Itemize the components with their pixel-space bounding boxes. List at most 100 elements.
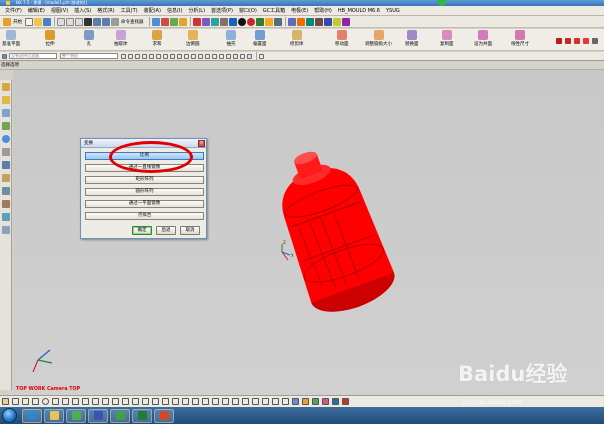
taskbar-font-button[interactable] [88, 408, 108, 423]
constraint-navigator-icon[interactable] [2, 96, 10, 104]
copy-face-button[interactable]: 复制面 [440, 30, 454, 50]
menu-ysug[interactable]: YSUG [383, 6, 403, 16]
layer-settings-icon[interactable] [247, 53, 252, 59]
spline-icon[interactable] [92, 398, 99, 405]
shell-button[interactable]: 抽壳 [226, 30, 236, 50]
arc-icon[interactable] [52, 398, 59, 405]
rectangle-icon[interactable] [574, 38, 580, 44]
hide-icon[interactable] [305, 17, 314, 26]
body-select-icon[interactable] [156, 53, 161, 59]
scale-icon[interactable] [242, 398, 249, 405]
snap-center-icon[interactable] [198, 53, 203, 59]
replace-face-button[interactable]: 替换面 [405, 30, 419, 50]
menu-icon[interactable] [2, 53, 7, 59]
save-icon[interactable] [43, 17, 51, 26]
datum-point-icon[interactable] [322, 398, 329, 405]
menu-window[interactable]: 窗口(O) [236, 6, 260, 16]
reuse-library-icon[interactable] [2, 122, 10, 130]
extend-curve-icon[interactable] [152, 398, 159, 405]
extrude-button[interactable]: 拉伸 [45, 30, 55, 50]
bridge-curve-icon[interactable] [132, 398, 139, 405]
datum-plane-button[interactable]: 基准平面 [2, 30, 20, 50]
arc-icon[interactable] [565, 38, 571, 44]
start-orb[interactable] [2, 408, 17, 423]
wcs-icon[interactable] [255, 17, 264, 26]
curve-length-icon[interactable] [262, 398, 269, 405]
taskbar-ppt-button[interactable] [154, 408, 174, 423]
snap-point-icon[interactable] [178, 17, 187, 26]
color-icon[interactable] [341, 17, 350, 26]
assembly-navigator-icon[interactable] [2, 83, 10, 91]
datum-csys-icon[interactable] [302, 398, 309, 405]
wcs-orient-icon[interactable] [292, 398, 299, 405]
start-button-label[interactable]: 开始 [13, 19, 22, 25]
menu-assembly[interactable]: 装配(A) [141, 6, 164, 16]
plane-icon[interactable] [332, 398, 339, 405]
line-icon[interactable] [556, 38, 562, 44]
polygon-icon[interactable] [583, 38, 589, 44]
layer-icon[interactable] [169, 17, 178, 26]
component-select-icon[interactable] [163, 53, 168, 59]
roles-icon[interactable] [2, 200, 10, 208]
analysis-icon[interactable] [287, 17, 296, 26]
circle-icon[interactable] [42, 398, 49, 405]
view-orient-icon[interactable] [273, 17, 282, 26]
taskbar-screenshot-button[interactable] [66, 408, 86, 423]
snap-quadrant-icon[interactable] [205, 53, 210, 59]
snap-arc-icon[interactable] [240, 53, 245, 59]
repeat-icon[interactable] [111, 17, 119, 26]
history-icon[interactable] [2, 148, 10, 156]
delete-icon[interactable] [84, 17, 92, 26]
selection-scope-dropdown[interactable]: 整个装配 [60, 53, 118, 59]
measure-icon[interactable] [160, 17, 169, 26]
make-coplanar-button[interactable]: 设为共面 [474, 30, 492, 50]
taskbar-explorer-button[interactable] [44, 408, 64, 423]
offset-curve-icon[interactable] [102, 398, 109, 405]
rectangle-icon[interactable] [62, 398, 69, 405]
menu-help[interactable]: 帮助(H) [311, 6, 335, 16]
shaded-icon[interactable] [246, 17, 255, 26]
cancel-button[interactable]: 取消 [180, 226, 200, 235]
point-fit-button[interactable]: 点拟合 [85, 212, 204, 220]
system-materials-icon[interactable] [2, 161, 10, 169]
line-icon[interactable] [32, 398, 39, 405]
menu-view[interactable]: 视图(V) [48, 6, 71, 16]
divide-icon[interactable] [252, 398, 259, 405]
linear-dimension-button[interactable]: 线性尺寸 [511, 30, 529, 50]
text-icon[interactable] [182, 398, 189, 405]
join-curve-icon[interactable] [162, 398, 169, 405]
hole-button[interactable]: 孔 [84, 30, 94, 50]
section-curve-icon[interactable] [272, 398, 279, 405]
new-file-icon[interactable] [25, 17, 33, 26]
paste-icon[interactable] [75, 17, 83, 26]
undo-icon[interactable] [93, 17, 101, 26]
pattern-icon[interactable] [222, 398, 229, 405]
resize-blend-button[interactable]: 调整圆角大小 [365, 30, 392, 50]
menu-format[interactable]: 格式(R) [94, 6, 117, 16]
delete-feature-icon[interactable] [342, 398, 349, 405]
snap-on-curve-icon[interactable] [219, 53, 224, 59]
dimension-icon[interactable] [592, 38, 598, 44]
manufacturing-wizards-icon[interactable] [2, 187, 10, 195]
close-icon[interactable]: × [198, 140, 205, 147]
menu-electrode[interactable]: 电极(E) [288, 6, 311, 16]
sketch-icon[interactable] [2, 398, 9, 405]
menu-edit[interactable]: 编辑(E) [25, 6, 48, 16]
profile-icon[interactable] [22, 398, 29, 405]
trim-curve-icon[interactable] [142, 398, 149, 405]
palette-icon[interactable] [2, 226, 10, 234]
edge-blend-button[interactable]: 边倒圆 [186, 30, 200, 50]
fillet-icon[interactable] [202, 398, 209, 405]
extract-body-button[interactable]: 抽取体 [114, 30, 128, 50]
snap-toggle-icon[interactable] [259, 53, 264, 59]
start-icon[interactable] [3, 17, 11, 26]
menu-hb-mould[interactable]: HB_MOULD M6.6 [335, 6, 383, 16]
snap-control-icon[interactable] [184, 53, 189, 59]
type-filter-dropdown[interactable]: 没有选择过滤器 [9, 53, 57, 59]
taskbar-ie-button[interactable] [22, 408, 42, 423]
menu-preferences[interactable]: 首选项(P) [208, 6, 236, 16]
point-icon[interactable] [12, 398, 19, 405]
move-icon[interactable] [232, 398, 239, 405]
menu-insert[interactable]: 插入(S) [71, 6, 94, 16]
unite-button[interactable]: 求和 [152, 30, 162, 50]
